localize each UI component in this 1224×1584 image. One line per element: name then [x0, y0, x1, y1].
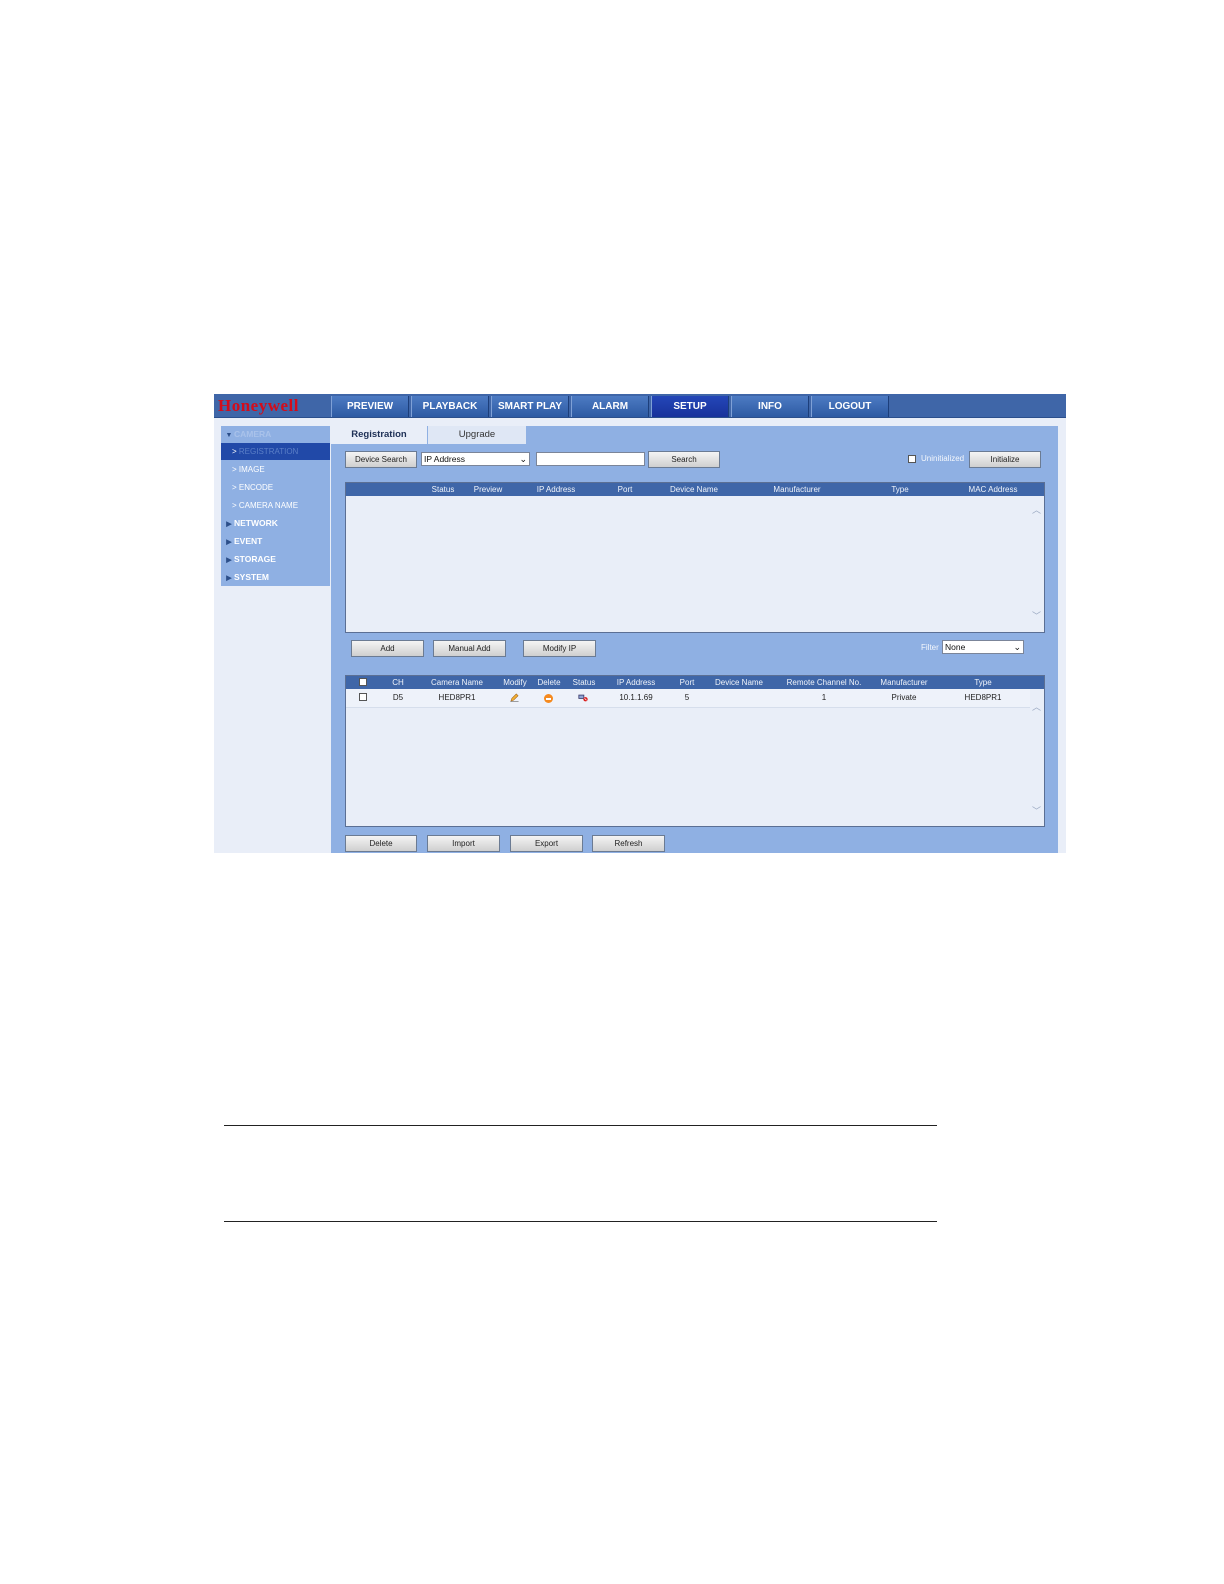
pencil-icon[interactable]: [510, 693, 519, 702]
import-button[interactable]: Import: [427, 835, 500, 852]
camera-offline-icon: [578, 694, 588, 702]
nav-tab-logout[interactable]: LOGOUT: [811, 396, 889, 417]
col-camera-name: Camera Name: [430, 678, 484, 687]
nav-tab-alarm[interactable]: ALARM: [571, 396, 649, 417]
tab-upgrade[interactable]: Upgrade: [428, 426, 526, 444]
chevron-down-icon: ⌄: [1013, 642, 1021, 652]
sidebar-item-encode[interactable]: > ENCODE: [221, 479, 330, 496]
registration-panel: Registration Upgrade Device Search IP Ad…: [331, 426, 1058, 853]
col-ip-address: IP Address: [536, 485, 576, 494]
chevron-right-icon: >: [232, 483, 239, 492]
cell-camera-name: HED8PR1: [438, 693, 476, 702]
nav-tab-smart-play[interactable]: SMART PLAY: [491, 396, 569, 417]
filter-select[interactable]: None ⌄: [942, 640, 1024, 654]
scroll-down-icon[interactable]: ﹀: [1032, 804, 1041, 817]
col-port: Port: [617, 485, 633, 494]
sidebar-item-storage[interactable]: ▶ STORAGE: [221, 551, 330, 568]
uninitialized-checkbox[interactable]: [908, 455, 916, 463]
chevron-right-icon: >: [232, 465, 239, 474]
setup-sidebar: ▼ CAMERA > REGISTRATION > IMAGE > ENCODE …: [221, 426, 330, 586]
cell-remote-channel: 1: [821, 693, 827, 702]
sidebar-item-network[interactable]: ▶ NETWORK: [221, 515, 330, 532]
select-all-checkbox[interactable]: [359, 678, 367, 686]
sidebar-item-image[interactable]: > IMAGE: [221, 461, 330, 478]
cell-ip-address: 10.1.1.69: [619, 693, 653, 702]
honeywell-logo: Honeywell: [218, 396, 299, 415]
nav-tab-info[interactable]: INFO: [731, 396, 809, 417]
triangle-down-icon: ▼: [225, 432, 233, 439]
sidebar-item-registration[interactable]: > REGISTRATION: [221, 443, 330, 460]
dvr-web-client: Honeywell PREVIEW PLAYBACK SMART PLAY AL…: [214, 394, 1066, 853]
scroll-down-icon[interactable]: ﹀: [1032, 609, 1041, 622]
nav-tab-playback[interactable]: PLAYBACK: [411, 396, 489, 417]
col-mac-address: MAC Address: [968, 485, 1018, 494]
row-select-checkbox[interactable]: [359, 693, 367, 701]
col-port: Port: [679, 678, 695, 687]
col-type: Type: [891, 485, 909, 494]
initialize-button[interactable]: Initialize: [969, 451, 1041, 468]
added-devices-table: CH Camera Name Modify Delete Status IP A…: [345, 675, 1045, 827]
sidebar-item-event[interactable]: ▶ EVENT: [221, 533, 330, 550]
chevron-right-icon: >: [232, 501, 239, 510]
divider: [224, 1221, 937, 1222]
triangle-right-icon: ▶: [226, 575, 232, 582]
cell-type: HED8PR1: [964, 693, 1002, 702]
cell-ch: D5: [392, 693, 404, 702]
col-ch: CH: [392, 678, 404, 687]
col-type: Type: [974, 678, 992, 687]
delete-icon[interactable]: [544, 694, 553, 703]
manual-add-button[interactable]: Manual Add: [433, 640, 506, 657]
refresh-button[interactable]: Refresh: [592, 835, 665, 852]
col-status: Status: [572, 678, 596, 687]
top-nav-bar: Honeywell PREVIEW PLAYBACK SMART PLAY AL…: [214, 394, 1066, 418]
search-input[interactable]: [536, 452, 645, 466]
uninitialized-label: Uninitialized: [921, 454, 965, 463]
sidebar-item-camera[interactable]: ▼ CAMERA: [221, 426, 330, 443]
scroll-up-icon[interactable]: ︿: [1032, 700, 1041, 713]
nav-tab-setup[interactable]: SETUP: [651, 396, 729, 417]
col-manufacturer: Manufacturer: [880, 678, 928, 687]
add-button[interactable]: Add: [351, 640, 424, 657]
device-search-results-table: Status Preview IP Address Port Device Na…: [345, 482, 1045, 633]
triangle-right-icon: ▶: [226, 521, 232, 528]
export-button[interactable]: Export: [510, 835, 583, 852]
cell-manufacturer: Private: [891, 693, 917, 702]
table-row[interactable]: D5 HED8PR1 10.1.1.69 5 1 Private HED8PR1: [346, 689, 1030, 708]
col-delete: Delete: [537, 678, 561, 687]
col-ip-address: IP Address: [616, 678, 656, 687]
col-status: Status: [431, 485, 455, 494]
chevron-right-icon: >: [232, 447, 239, 456]
scroll-up-icon[interactable]: ︿: [1032, 503, 1041, 516]
search-button[interactable]: Search: [648, 451, 720, 468]
table-header: Status Preview IP Address Port Device Na…: [346, 483, 1044, 496]
col-preview: Preview: [473, 485, 503, 494]
sidebar-item-camera-name[interactable]: > CAMERA NAME: [221, 497, 330, 514]
nav-tab-preview[interactable]: PREVIEW: [331, 396, 409, 417]
divider: [224, 1125, 937, 1126]
col-manufacturer: Manufacturer: [773, 485, 821, 494]
col-device-name: Device Name: [714, 678, 764, 687]
col-remote-channel-no: Remote Channel No.: [786, 678, 862, 687]
col-modify: Modify: [503, 678, 527, 687]
sidebar-item-system[interactable]: ▶ SYSTEM: [221, 569, 330, 586]
table-header: CH Camera Name Modify Delete Status IP A…: [346, 676, 1044, 689]
col-device-name: Device Name: [669, 485, 719, 494]
device-search-button[interactable]: Device Search: [345, 451, 417, 468]
filter-label: Filter: [921, 643, 939, 652]
delete-button[interactable]: Delete: [345, 835, 417, 852]
search-filter-select[interactable]: IP Address ⌄: [421, 452, 530, 466]
triangle-right-icon: ▶: [226, 539, 232, 546]
chevron-down-icon: ⌄: [519, 454, 527, 464]
cell-port: 5: [684, 693, 690, 702]
modify-ip-button[interactable]: Modify IP: [523, 640, 596, 657]
tab-registration[interactable]: Registration: [331, 426, 427, 444]
triangle-right-icon: ▶: [226, 557, 232, 564]
